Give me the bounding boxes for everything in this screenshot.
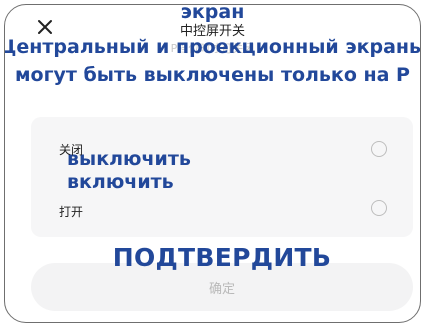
option-on-radio[interactable] (371, 200, 387, 216)
option-on[interactable]: включить 打开 (31, 171, 413, 237)
screen-switch-dialog: 中控屏开关 P档位时才可关闭 экран Центральный и проек… (4, 4, 421, 323)
option-on-label: 打开 (59, 205, 84, 219)
options-panel: выключить 关闭 включить 打开 (31, 117, 413, 237)
option-off[interactable]: выключить 关闭 (31, 117, 413, 177)
translation-subtitle-line2: могут быть выключены только на P (14, 64, 410, 86)
option-off-translation: выключить (67, 148, 191, 170)
confirm-button[interactable]: 确定 ПОДТВЕРДИТЬ (31, 243, 413, 311)
option-off-label: 关闭 (59, 143, 84, 157)
translation-subtitle-line1: Центральный и проекционный экраны (4, 36, 421, 58)
option-off-radio[interactable] (371, 141, 387, 157)
confirm-label: 确定 (208, 282, 235, 297)
translation-title: экран (180, 4, 245, 23)
option-on-translation: включить (67, 171, 174, 193)
confirm-translation: ПОДТВЕРДИТЬ (112, 243, 332, 272)
